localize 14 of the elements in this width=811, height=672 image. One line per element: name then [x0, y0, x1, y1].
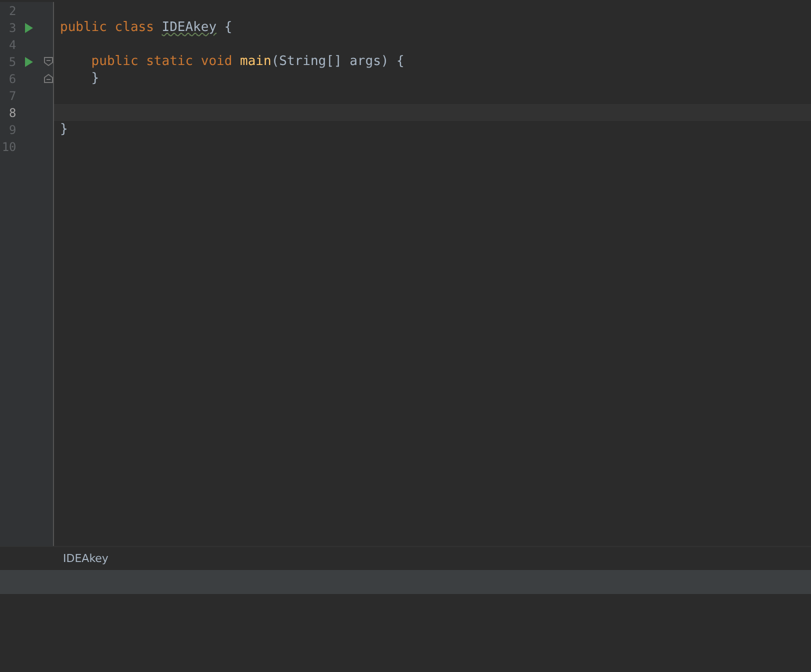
line-number: 8	[8, 106, 16, 120]
code-token: public static void	[90, 54, 234, 69]
code-token: }	[90, 71, 100, 86]
run-icon[interactable]	[25, 22, 34, 32]
code-token: public class	[60, 20, 155, 35]
breadcrumb[interactable]: IDEAkey	[63, 552, 108, 565]
code-token: main	[240, 54, 272, 69]
run-icon[interactable]	[25, 56, 34, 66]
code-token: IDEAkey	[162, 20, 217, 35]
code-token: (String[] args) {	[271, 54, 404, 69]
code-token: }	[60, 122, 68, 137]
fold-icon[interactable]	[44, 74, 53, 83]
code-token: {	[223, 20, 232, 35]
fold-icon[interactable]	[44, 57, 53, 66]
